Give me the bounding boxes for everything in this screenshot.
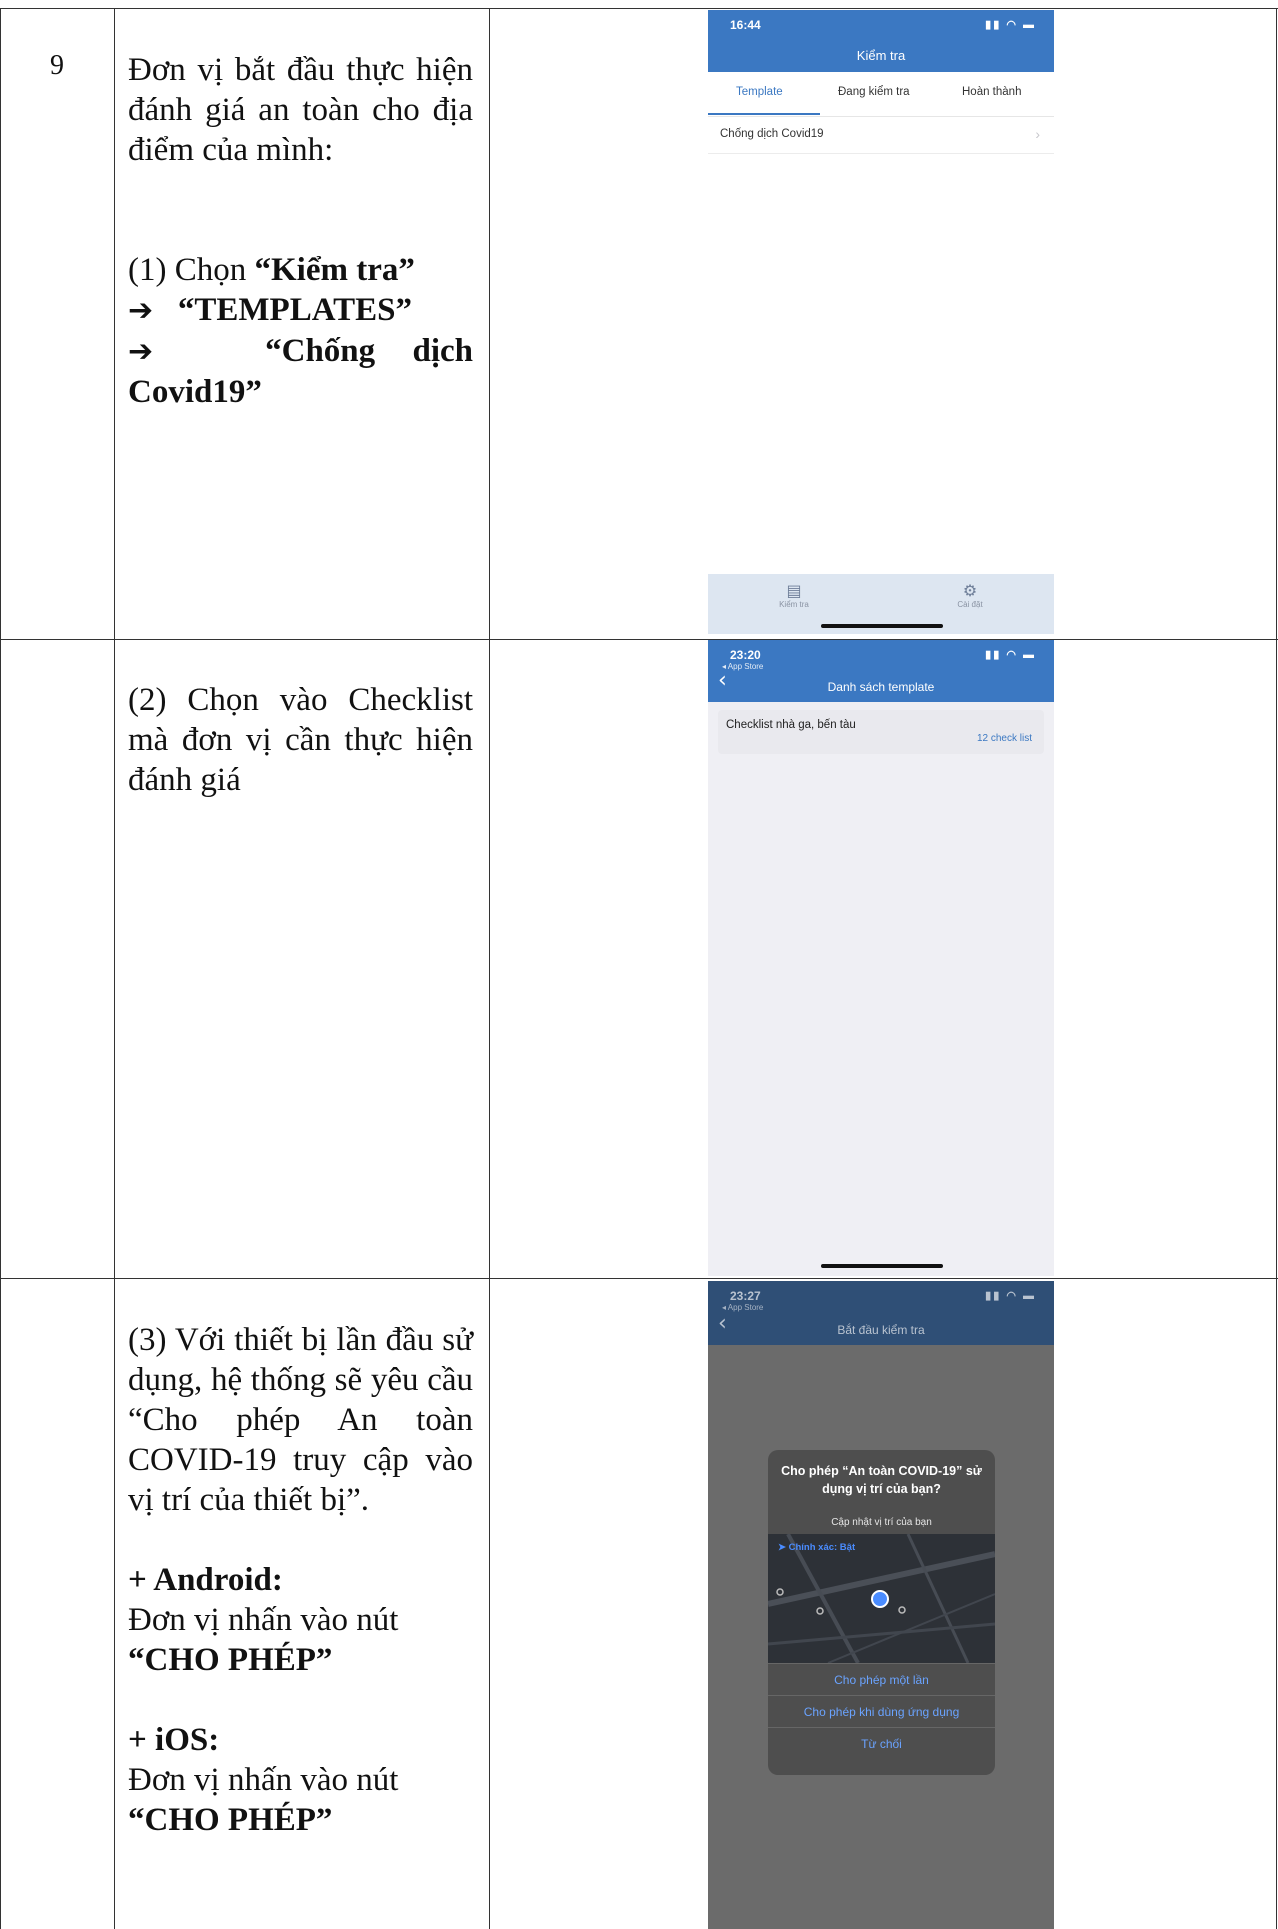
table-border-top [0,8,1278,9]
step3-text: (3) Với thiết bị lần đầu sử dụng, hệ thố… [128,1322,473,1518]
chevron-right-icon: › [1035,126,1040,142]
allow-once-button[interactable]: Cho phép một lần [768,1663,995,1696]
home-indicator [821,1264,943,1268]
dialog-title: Cho phép “An toàn COVID-19” sử dụng vị t… [781,1464,982,1496]
phone-screen-bat-dau-kiem-tra: 23:27 ◂ App Store ▮▮ ◠ ▬ ‹ Bắt đầu kiểm … [708,1281,1054,1929]
ios-instruction: + iOS: Đơn vị nhấn vào nút “CHO PHÉP” [128,1722,399,1838]
col-border-left [0,8,1,1929]
tab-template[interactable]: Template [736,86,783,98]
status-time: 23:20 [730,648,761,662]
signal-wifi-battery-icon: ▮▮ ◠ ▬ [985,1290,1036,1302]
nav-title: Danh sách template [827,680,935,694]
instruction-step2: (2) Chọn vào Checklist mà đơn vị cần thự… [128,682,473,798]
map-roads [768,1534,995,1663]
nav-title: Kiểm tra [856,48,906,63]
precise-location-toggle[interactable]: ➤ Chính xác: Bật [778,1542,855,1553]
col-divider-1 [114,8,115,1929]
active-tab-indicator [708,113,820,115]
tab-bar-top: Template Đang kiểm tra Hoàn thành [708,72,1054,117]
checklist-title: Checklist nhà ga, bến tàu [726,719,856,731]
checklist-count: 12 check list [976,733,1032,744]
allow-while-using-button[interactable]: Cho phép khi dùng ứng dụng [768,1695,995,1728]
phone-screen-danh-sach-template: 23:20 ◂ App Store ▮▮ ◠ ▬ ‹ Danh sách tem… [708,640,1054,1276]
col-border-right [1276,8,1277,1929]
row-number: 9 [50,50,64,81]
intro-text: Đơn vị bắt đầu thực hiện đánh giá an toà… [128,52,473,168]
list-item-label: Chống dịch Covid19 [720,128,824,140]
status-bar: 23:27 ◂ App Store ▮▮ ◠ ▬ [708,1281,1054,1312]
signal-wifi-battery-icon: ▮▮ ◠ ▬ [985,19,1036,31]
checklist-card[interactable]: Checklist nhà ga, bến tàu 12 check list [718,710,1044,754]
android-instruction: + Android: Đơn vị nhấn vào nút “CHO PHÉP… [128,1562,399,1678]
status-time: 16:44 [730,18,761,32]
deny-button[interactable]: Từ chối [768,1727,995,1760]
bottom-tab-bar: ▤ Kiểm tra ⚙ Cài đặt [708,574,1054,634]
phone-screen-kiem-tra: 16:44 ▮▮ ◠ ▬ Kiểm tra Template Đang kiểm… [708,10,1054,634]
signal-wifi-battery-icon: ▮▮ ◠ ▬ [985,649,1036,661]
tab-hoan-thanh[interactable]: Hoàn thành [962,86,1021,98]
back-to-app-store[interactable]: ◂ App Store [722,662,763,671]
instruction-table: 9 Đơn vị bắt đầu thực hiện đánh giá an t… [0,0,1278,1929]
status-bar: 23:20 ◂ App Store ▮▮ ◠ ▬ [708,640,1054,671]
dialog-subtitle: Cập nhật vị trí của bạn [831,1517,932,1528]
row-divider-1 [0,639,1278,640]
instruction-step3: (3) Với thiết bị lần đầu sử dụng, hệ thố… [128,1320,473,1840]
nav-bar: 23:20 ◂ App Store ▮▮ ◠ ▬ ‹ Danh sách tem… [708,640,1054,702]
gear-icon: ⚙ [962,581,978,600]
tab-kiem-tra-label: Kiểm tra [779,600,809,609]
status-time: 23:27 [730,1289,761,1303]
tab-dang-kiem-tra[interactable]: Đang kiểm tra [838,86,910,98]
list-item-chong-dich[interactable]: Chống dịch Covid19 › [708,117,1054,154]
back-to-app-store[interactable]: ◂ App Store [722,1303,763,1312]
nav-bar-dimmed: 23:27 ◂ App Store ▮▮ ◠ ▬ ‹ Bắt đầu kiểm … [708,1281,1054,1345]
instruction-step1: Đơn vị bắt đầu thực hiện đánh giá an toà… [128,50,473,412]
tab-kiem-tra-bottom[interactable]: ▤ Kiểm tra [754,581,834,610]
location-permission-dialog: Cho phép “An toàn COVID-19” sử dụng vị t… [768,1450,995,1775]
tab-cai-dat-bottom[interactable]: ⚙ Cài đặt [930,581,1010,610]
clipboard-icon: ▤ [786,581,802,600]
status-bar: 16:44 ▮▮ ◠ ▬ [708,10,1054,38]
nav-bar: 16:44 ▮▮ ◠ ▬ Kiểm tra [708,10,1054,72]
row-divider-2 [0,1278,1278,1279]
col-divider-2 [489,8,490,1929]
nav-title: Bắt đầu kiểm tra [837,1323,925,1337]
location-map: ➤ Chính xác: Bật [768,1534,995,1663]
step1-text: (1) Chọn “Kiểm tra” ➔ “TEMPLATES” ➔ “Chố… [128,252,474,410]
tab-cai-dat-label: Cài đặt [957,600,983,609]
home-indicator [821,624,943,628]
